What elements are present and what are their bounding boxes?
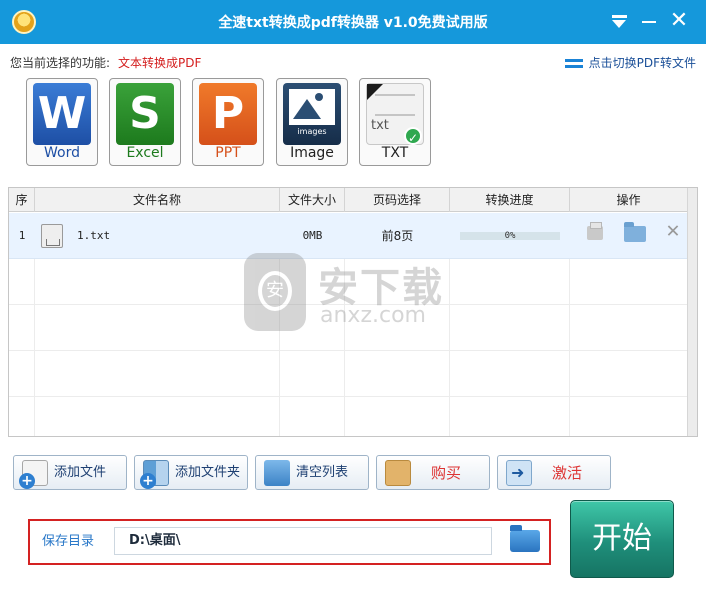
close-icon[interactable]: ✕ [666, 8, 692, 34]
format-image-label: Image [290, 145, 334, 161]
format-txt-label: TXT [381, 145, 409, 161]
save-directory-input[interactable]: D:\桌面\ [114, 527, 492, 555]
progress-text: 0% [504, 231, 516, 241]
format-word-label: Word [44, 145, 80, 161]
watermark-domain: anxz.com [320, 303, 426, 328]
title-bar: 全速txt转换成pdf转换器 v1.0免费试用版 ✕ [0, 0, 706, 44]
table-header: 序 文件名称 文件大小 页码选择 转换进度 操作 [9, 188, 697, 212]
image-icon: images [283, 83, 341, 145]
switch-mode-label: 点击切换PDF转文件 [588, 56, 696, 70]
format-word-button[interactable]: W Word [26, 78, 98, 166]
format-excel-label: Excel [126, 145, 164, 161]
print-icon[interactable] [587, 222, 603, 240]
delete-icon[interactable]: ✕ [662, 220, 684, 242]
add-folder-label: 添加文件夹 [175, 465, 241, 480]
table-scrollbar[interactable] [687, 188, 697, 436]
trash-icon [264, 460, 290, 486]
ppt-icon: P [199, 83, 257, 145]
format-ppt-label: PPT [215, 145, 241, 161]
start-button[interactable]: 开始 [570, 500, 674, 578]
window-title: 全速txt转换成pdf转换器 v1.0免费试用版 [218, 15, 488, 31]
clear-list-button[interactable]: 清空列表 [255, 455, 369, 490]
add-file-button[interactable]: 添加文件 [13, 455, 127, 490]
menu-dropdown-icon[interactable] [606, 8, 632, 34]
column-header-size: 文件大小 [280, 188, 345, 212]
shopping-bag-icon [385, 460, 411, 486]
row-index: 1 [18, 229, 26, 242]
column-header-actions: 操作 [570, 188, 688, 212]
activate-button[interactable]: 激活 [497, 455, 611, 490]
watermark-shield-text: 安 [258, 271, 292, 311]
column-header-index: 序 [9, 188, 35, 212]
browse-folder-icon[interactable] [510, 525, 540, 552]
format-ppt-button[interactable]: P PPT [192, 78, 264, 166]
current-function-value: 文本转换成PDF [118, 56, 202, 70]
current-function-label: 您当前选择的功能: [10, 56, 111, 70]
file-icon [41, 224, 63, 248]
add-file-icon [19, 460, 48, 489]
image-icon-caption: images [297, 127, 327, 136]
row-progress-cell: 0% [450, 213, 570, 259]
save-directory-box: 保存目录 D:\桌面\ [28, 519, 551, 565]
selected-check-icon: ✓ [404, 127, 422, 145]
watermark-shield-icon: 安 [244, 253, 306, 331]
add-folder-button[interactable]: 添加文件夹 [134, 455, 248, 490]
row-filename: 1.txt [77, 229, 111, 242]
switch-mode-link[interactable]: 点击切换PDF转文件 [564, 54, 696, 71]
empty-row [9, 351, 689, 397]
current-function: 您当前选择的功能: 文本转换成PDF [10, 54, 201, 71]
save-directory-label: 保存目录 [42, 534, 95, 549]
clear-list-label: 清空列表 [296, 465, 349, 480]
watermark: 安 安下载 anxz.com [244, 253, 464, 335]
column-header-name: 文件名称 [35, 188, 280, 212]
add-folder-icon [140, 460, 169, 489]
column-header-pages: 页码选择 [345, 188, 450, 212]
format-txt-button[interactable]: txt ✓ TXT [359, 78, 431, 166]
row-actions-cell: ✕ [570, 213, 688, 259]
activate-label: 激活 [552, 464, 583, 482]
format-excel-button[interactable]: S Excel [109, 78, 181, 166]
buy-label: 购买 [431, 464, 462, 482]
column-header-progress: 转换进度 [450, 188, 570, 212]
swap-arrows-icon [564, 56, 583, 70]
buy-button[interactable]: 购买 [376, 455, 490, 490]
minimize-icon[interactable] [636, 8, 662, 34]
format-image-button[interactable]: images Image [276, 78, 348, 166]
excel-icon: S [116, 83, 174, 145]
word-icon: W [33, 83, 91, 145]
empty-row [9, 397, 689, 436]
activate-arrow-icon [506, 460, 532, 486]
add-file-label: 添加文件 [54, 465, 107, 480]
txt-icon-caption: txt [371, 118, 389, 133]
open-folder-icon[interactable] [624, 222, 646, 242]
